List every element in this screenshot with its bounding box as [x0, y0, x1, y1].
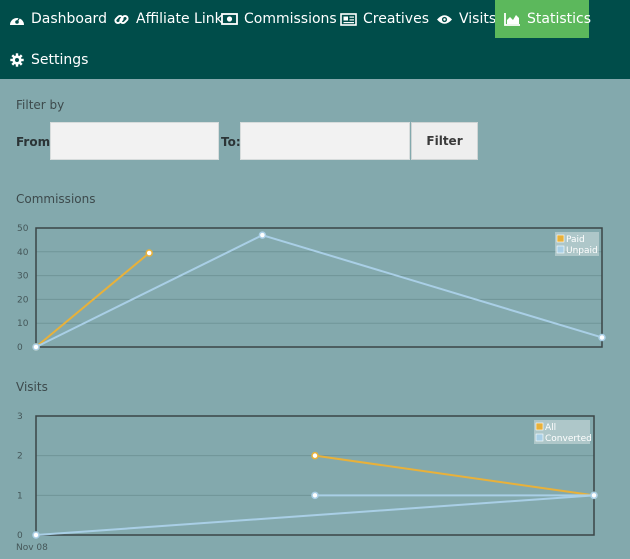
- data-point: [590, 491, 598, 500]
- nav-item-statistics[interactable]: Statistics: [495, 0, 591, 38]
- nav-label-statistics: Statistics: [527, 11, 591, 27]
- plot-frame: [35, 227, 603, 348]
- data-point: [311, 491, 319, 500]
- series-line: [314, 454, 595, 497]
- y-tick-label: 2: [17, 452, 23, 462]
- legend-label: All: [545, 423, 556, 433]
- legend-label: Unpaid: [566, 246, 598, 256]
- legend-swatch: [535, 433, 544, 442]
- y-tick-label: 40: [17, 248, 29, 258]
- top-navigation: Dashboard Affiliate Link Commissions Cre…: [0, 0, 630, 79]
- legend-swatch: [556, 245, 565, 254]
- series-line: [35, 494, 595, 536]
- link-icon: [113, 11, 130, 27]
- nav-item-visits[interactable]: Visits: [436, 0, 496, 38]
- nav-label-affiliate-link: Affiliate Link: [136, 11, 223, 27]
- nav-label-commissions: Commissions: [244, 11, 337, 27]
- from-date-input[interactable]: [50, 122, 219, 160]
- visits-chart: 0 1 2 3 Nov 08 AllConverted: [16, 412, 598, 553]
- gear-icon: [8, 52, 25, 68]
- nav-item-dashboard[interactable]: Dashboard: [0, 0, 115, 38]
- legend-label: Converted: [545, 434, 592, 444]
- nav-label-dashboard: Dashboard: [31, 11, 107, 27]
- y-tick-label: 0: [17, 343, 23, 353]
- filter-button[interactable]: Filter: [411, 122, 478, 160]
- legend-swatch: [535, 422, 544, 431]
- data-point: [258, 231, 267, 239]
- nav-item-settings[interactable]: Settings: [0, 41, 96, 79]
- y-tick-label: 50: [17, 224, 29, 234]
- nav-item-creatives[interactable]: Creatives: [340, 0, 429, 38]
- y-tick-label: 10: [17, 319, 29, 329]
- to-date-input[interactable]: [240, 122, 410, 160]
- nav-label-settings: Settings: [31, 52, 89, 68]
- data-point: [311, 451, 319, 460]
- nav-label-creatives: Creatives: [363, 11, 429, 27]
- nav-item-commissions[interactable]: Commissions: [221, 0, 337, 38]
- nav-label-visits: Visits: [459, 11, 497, 27]
- data-point: [32, 343, 40, 351]
- commissions-chart: 0 10 20 30 40 50 PaidUnpaid: [17, 224, 606, 353]
- money-icon: [221, 11, 238, 27]
- y-tick-label: 3: [17, 412, 23, 422]
- newspaper-icon: [340, 11, 357, 27]
- y-tick-label: 0: [17, 531, 23, 541]
- legend-swatch: [556, 234, 565, 243]
- y-tick-label: 20: [17, 295, 29, 305]
- plot-frame: [35, 415, 595, 536]
- x-tick-label: Nov 08: [16, 543, 48, 553]
- dashboard-icon: [8, 11, 25, 27]
- area-chart-icon: [504, 11, 521, 27]
- legend-label: Paid: [566, 235, 585, 245]
- data-point: [32, 531, 40, 539]
- y-tick-label: 1: [17, 491, 23, 501]
- data-point: [598, 333, 606, 342]
- nav-item-affiliate-link[interactable]: Affiliate Link: [113, 0, 223, 38]
- eye-icon: [436, 11, 453, 27]
- filter-title: Filter by: [16, 98, 65, 112]
- visits-title: Visits: [16, 380, 48, 394]
- to-label: To:: [221, 135, 241, 149]
- y-tick-label: 30: [17, 272, 29, 282]
- commissions-title: Commissions: [16, 192, 96, 206]
- data-point: [145, 249, 153, 257]
